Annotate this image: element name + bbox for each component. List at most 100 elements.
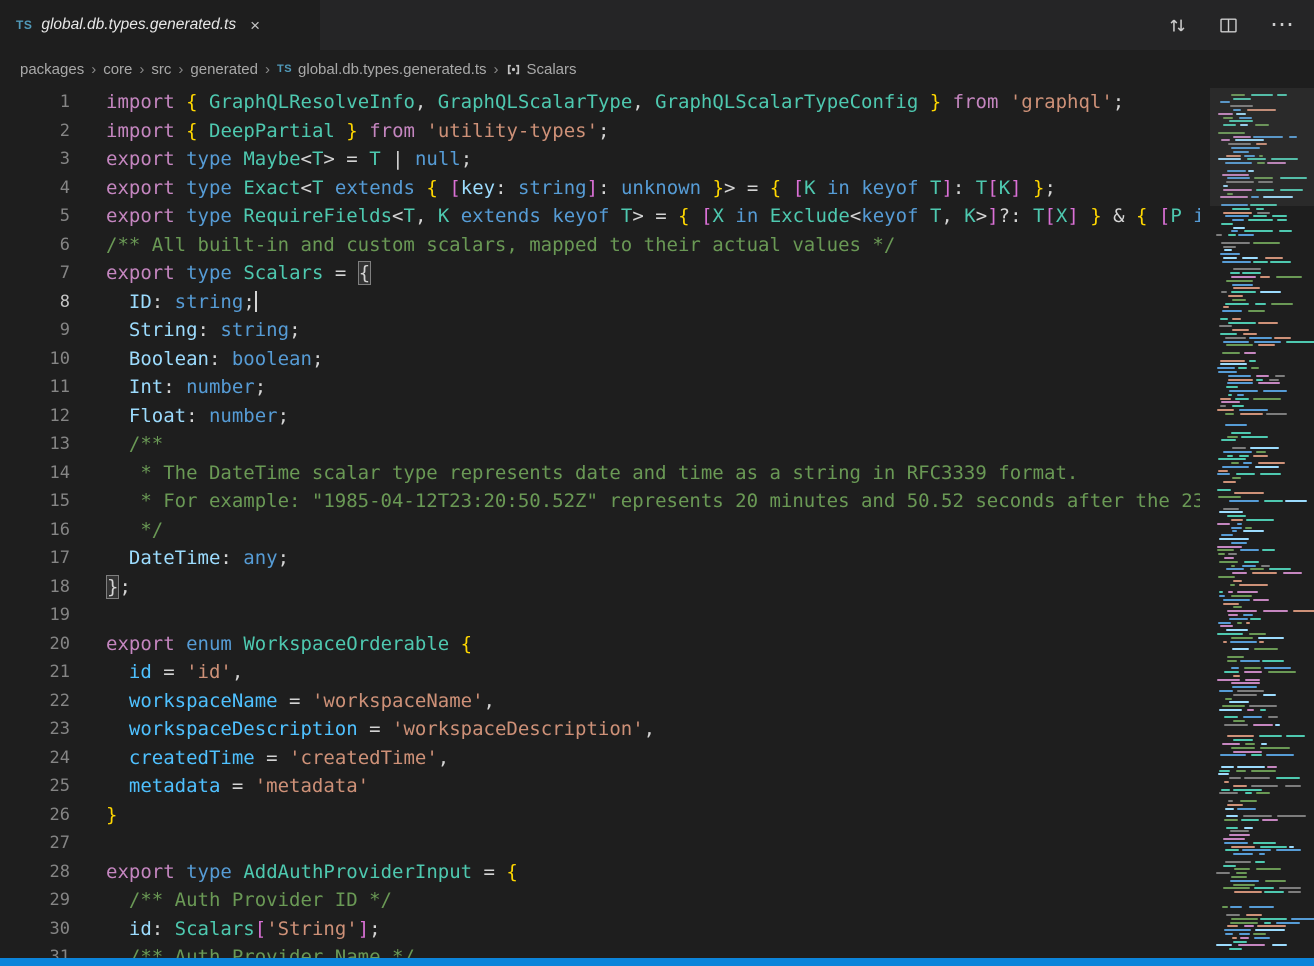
code-line[interactable]: 22 workspaceName = 'workspaceName', [0, 687, 1200, 716]
editor[interactable]: 1import { GraphQLResolveInfo, GraphQLSca… [0, 88, 1314, 958]
code-line[interactable]: 17 DateTime: any; [0, 544, 1200, 573]
breadcrumb-item-core[interactable]: core [103, 61, 132, 78]
minimap-line [1216, 489, 1312, 491]
code-line[interactable]: 14 * The DateTime scalar type represents… [0, 459, 1200, 488]
line-number[interactable]: 1 [0, 88, 70, 117]
code-line[interactable]: 29 /** Auth Provider ID */ [0, 886, 1200, 915]
minimap-line [1216, 622, 1312, 624]
tab-close-icon[interactable]: × [250, 17, 260, 34]
line-number[interactable]: 27 [0, 829, 70, 858]
minimap-line [1216, 629, 1312, 631]
minimap-line [1216, 242, 1312, 244]
line-number[interactable]: 25 [0, 772, 70, 801]
line-number[interactable]: 15 [0, 487, 70, 516]
line-number[interactable]: 13 [0, 430, 70, 459]
code-line[interactable]: 23 workspaceDescription = 'workspaceDesc… [0, 715, 1200, 744]
minimap[interactable] [1210, 88, 1314, 958]
line-number[interactable]: 17 [0, 544, 70, 573]
code-line[interactable]: 6/** All built-in and custom scalars, ma… [0, 231, 1200, 260]
line-number[interactable]: 28 [0, 858, 70, 887]
line-number[interactable]: 31 [0, 943, 70, 958]
line-number[interactable]: 9 [0, 316, 70, 345]
line-number[interactable]: 6 [0, 231, 70, 260]
more-actions-icon[interactable]: ⋯ [1270, 20, 1294, 30]
line-number[interactable]: 24 [0, 744, 70, 773]
breadcrumb-label: generated [190, 61, 258, 78]
editor-tab[interactable]: TS global.db.types.generated.ts × [0, 0, 320, 50]
line-number[interactable]: 12 [0, 402, 70, 431]
line-number[interactable]: 11 [0, 373, 70, 402]
code-line[interactable]: 1import { GraphQLResolveInfo, GraphQLSca… [0, 88, 1200, 117]
breadcrumb-item-src[interactable]: src [151, 61, 171, 78]
minimap-line [1216, 287, 1312, 289]
code-line[interactable]: 9 String: string; [0, 316, 1200, 345]
line-number[interactable]: 8 [0, 288, 70, 317]
code-line[interactable]: 3export type Maybe<T> = T | null; [0, 145, 1200, 174]
breadcrumb-item-global-db-types-generated-ts[interactable]: TSglobal.db.types.generated.ts [277, 61, 487, 78]
code-text: String: string; [70, 316, 1200, 345]
line-number[interactable]: 29 [0, 886, 70, 915]
code-text: createdTime = 'createdTime', [70, 744, 1200, 773]
minimap-line [1216, 272, 1312, 274]
line-number[interactable]: 2 [0, 117, 70, 146]
minimap-line [1216, 880, 1312, 882]
code-line[interactable]: 16 */ [0, 516, 1200, 545]
minimap-line [1216, 698, 1312, 700]
line-number[interactable]: 19 [0, 601, 70, 630]
typescript-file-icon: TS [16, 18, 32, 32]
code-line[interactable]: 4export type Exact<T extends { [key: str… [0, 174, 1200, 203]
minimap-line [1216, 447, 1312, 449]
line-number[interactable]: 20 [0, 630, 70, 659]
breadcrumb-item-scalars[interactable]: Scalars [506, 61, 577, 78]
code-line[interactable]: 19 [0, 601, 1200, 630]
compare-changes-icon[interactable] [1168, 16, 1187, 35]
line-number[interactable]: 7 [0, 259, 70, 288]
line-number[interactable]: 3 [0, 145, 70, 174]
code-line[interactable]: 25 metadata = 'metadata' [0, 772, 1200, 801]
minimap-line [1216, 747, 1312, 749]
code-line[interactable]: 24 createdTime = 'createdTime', [0, 744, 1200, 773]
code-line[interactable]: 12 Float: number; [0, 402, 1200, 431]
code-line[interactable]: 15 * For example: "1985-04-12T23:20:50.5… [0, 487, 1200, 516]
line-number[interactable]: 10 [0, 345, 70, 374]
minimap-line [1216, 792, 1312, 794]
code-line[interactable]: 10 Boolean: boolean; [0, 345, 1200, 374]
code-line[interactable]: 18}; [0, 573, 1200, 602]
minimap-line [1216, 739, 1312, 741]
minimap-line [1216, 565, 1312, 567]
minimap-line [1216, 322, 1312, 324]
line-number[interactable]: 23 [0, 715, 70, 744]
code-line[interactable]: 2import { DeepPartial } from 'utility-ty… [0, 117, 1200, 146]
code-line[interactable]: 13 /** [0, 430, 1200, 459]
split-editor-icon[interactable] [1219, 16, 1238, 35]
line-number[interactable]: 4 [0, 174, 70, 203]
line-number[interactable]: 18 [0, 573, 70, 602]
minimap-line [1216, 504, 1312, 506]
code-line[interactable]: 20export enum WorkspaceOrderable { [0, 630, 1200, 659]
minimap-line [1216, 246, 1312, 248]
code-line[interactable]: 5export type RequireFields<T, K extends … [0, 202, 1200, 231]
line-number[interactable]: 16 [0, 516, 70, 545]
code-line[interactable]: 21 id = 'id', [0, 658, 1200, 687]
minimap-line [1216, 473, 1312, 475]
code-line[interactable]: 31 /** Auth Provider Name */ [0, 943, 1200, 958]
line-number[interactable]: 5 [0, 202, 70, 231]
code-line[interactable]: 7export type Scalars = { [0, 259, 1200, 288]
breadcrumb-item-packages[interactable]: packages [20, 61, 84, 78]
code-line[interactable]: 30 id: Scalars['String']; [0, 915, 1200, 944]
code-line[interactable]: 8 ID: string; [0, 288, 1200, 317]
code-line[interactable]: 11 Int: number; [0, 373, 1200, 402]
code-line[interactable]: 28export type AddAuthProviderInput = { [0, 858, 1200, 887]
minimap-line [1216, 751, 1312, 753]
minimap-line [1216, 523, 1312, 525]
minimap-slider[interactable] [1210, 88, 1314, 206]
code-line[interactable]: 26} [0, 801, 1200, 830]
line-number[interactable]: 21 [0, 658, 70, 687]
line-number[interactable]: 30 [0, 915, 70, 944]
code-line[interactable]: 27 [0, 829, 1200, 858]
line-number[interactable]: 22 [0, 687, 70, 716]
line-number[interactable]: 26 [0, 801, 70, 830]
line-number[interactable]: 14 [0, 459, 70, 488]
breadcrumb-item-generated[interactable]: generated [190, 61, 258, 78]
vscode-window: TS global.db.types.generated.ts × ⋯ pack… [0, 0, 1314, 966]
